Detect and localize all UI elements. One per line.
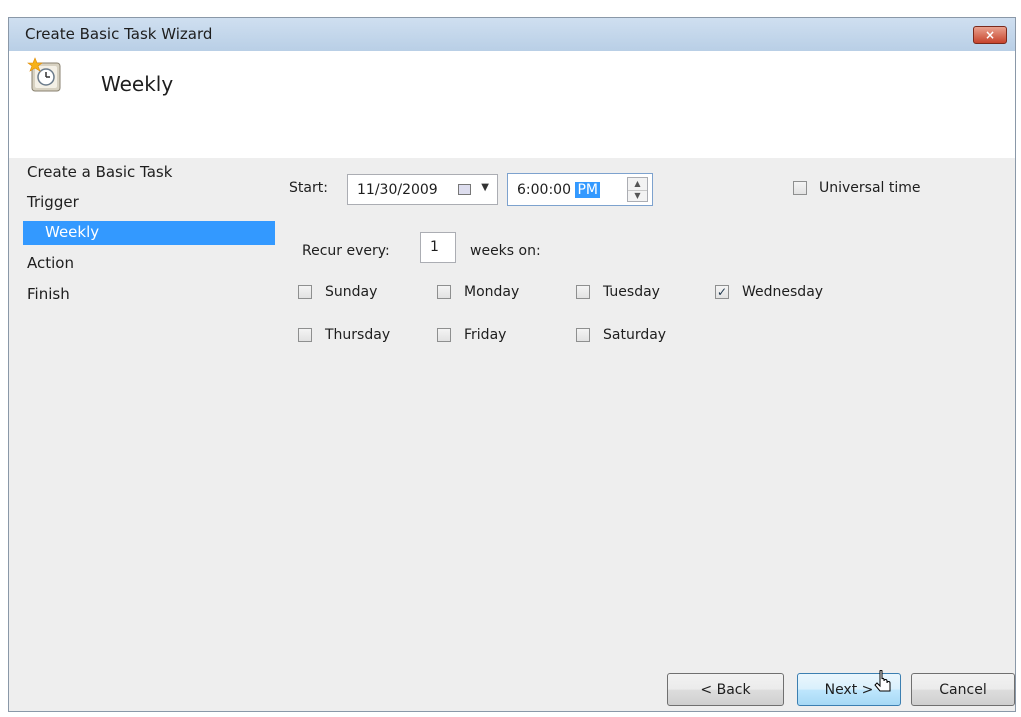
wizard-steps-sidebar: Create a Basic Task Trigger Weekly Actio… (9, 158, 275, 711)
spin-down-icon[interactable]: ▼ (628, 190, 647, 202)
universal-time-label[interactable]: Universal time (819, 180, 921, 196)
saturday-checkbox[interactable] (576, 328, 590, 342)
calendar-icon (458, 184, 471, 195)
time-spinner[interactable]: ▲ ▼ (627, 177, 648, 202)
window-title: Create Basic Task Wizard (25, 25, 213, 43)
sidebar-item-weekly[interactable]: Weekly (23, 221, 275, 245)
recur-weeks-input[interactable]: 1 (420, 232, 456, 263)
title-bar[interactable]: Create Basic Task Wizard × (9, 18, 1015, 52)
mouse-pointer-icon (874, 670, 891, 692)
start-label: Start: (289, 180, 328, 196)
sunday-checkbox[interactable] (298, 285, 312, 299)
wizard-header: Weekly (9, 51, 1015, 158)
friday-checkbox[interactable] (437, 328, 451, 342)
page-title: Weekly (101, 72, 174, 96)
start-date-value: 11/30/2009 (357, 182, 438, 198)
wizard-window: Create Basic Task Wizard × Weekly Create… (8, 17, 1016, 712)
monday-label[interactable]: Monday (464, 284, 519, 300)
sidebar-item-finish[interactable]: Finish (27, 285, 70, 303)
time-ampm: PM (575, 182, 600, 198)
dropdown-arrow-icon[interactable]: ▼ (481, 182, 489, 193)
wednesday-label[interactable]: Wednesday (742, 284, 823, 300)
back-button[interactable]: < Back (667, 673, 784, 706)
recur-label: Recur every: (302, 243, 390, 259)
sunday-label[interactable]: Sunday (325, 284, 377, 300)
friday-label[interactable]: Friday (464, 327, 506, 343)
sidebar-item-create-basic-task[interactable]: Create a Basic Task (27, 163, 172, 181)
saturday-label[interactable]: Saturday (603, 327, 666, 343)
sidebar-item-trigger[interactable]: Trigger (27, 193, 79, 211)
wednesday-checkbox[interactable]: ✓ (715, 285, 729, 299)
time-digits: 6:00:00 (517, 182, 571, 198)
universal-time-checkbox[interactable] (793, 181, 807, 195)
tuesday-checkbox[interactable] (576, 285, 590, 299)
start-time-input[interactable]: 6:00:00 PM ▲ ▼ (507, 173, 653, 206)
recur-weeks-value: 1 (430, 239, 439, 255)
clock-task-icon (27, 57, 61, 92)
close-icon: × (984, 28, 996, 42)
sidebar-item-action[interactable]: Action (27, 254, 74, 272)
thursday-checkbox[interactable] (298, 328, 312, 342)
thursday-label[interactable]: Thursday (325, 327, 390, 343)
monday-checkbox[interactable] (437, 285, 451, 299)
sidebar-item-label: Weekly (45, 223, 100, 241)
tuesday-label[interactable]: Tuesday (603, 284, 660, 300)
recur-suffix: weeks on: (470, 243, 541, 259)
start-date-picker[interactable]: 11/30/2009 ▼ (347, 174, 498, 205)
close-button[interactable]: × (973, 26, 1007, 44)
cancel-button[interactable]: Cancel (911, 673, 1015, 706)
start-time-value: 6:00:00 PM (517, 182, 600, 198)
